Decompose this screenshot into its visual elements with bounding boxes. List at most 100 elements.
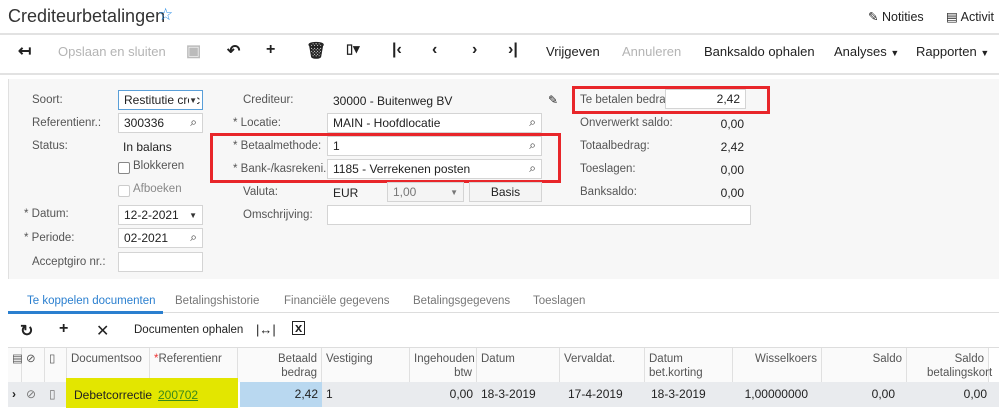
tab-charges[interactable]: Toeslagen bbox=[533, 295, 585, 307]
row-expand-icon[interactable]: › bbox=[8, 382, 22, 407]
hold-checkbox[interactable] bbox=[118, 162, 130, 174]
activities-label: Activit bbox=[960, 10, 994, 24]
load-documents-button[interactable]: Documenten ophalen bbox=[134, 324, 243, 336]
col-date[interactable]: Datum bbox=[477, 348, 560, 382]
save-icon[interactable]: ▣ bbox=[186, 41, 201, 61]
analyses-menu[interactable]: Analyses ▼ bbox=[834, 44, 899, 59]
location-input[interactable]: MAIN - Hoofdlocatie ⌕ bbox=[327, 113, 542, 133]
fit-columns-icon[interactable]: |↔| bbox=[256, 322, 276, 337]
cell-paid[interactable]: 2,42 bbox=[240, 382, 322, 407]
hold-label: Blokkeren bbox=[133, 160, 185, 172]
tab-documents[interactable]: Te koppelen documenten bbox=[27, 295, 156, 307]
giro-input[interactable] bbox=[118, 252, 203, 272]
unapplied-value: 0,00 bbox=[720, 117, 744, 131]
giro-label: Acceptgiro nr.: bbox=[32, 256, 106, 268]
col-balance[interactable]: Saldo bbox=[822, 348, 907, 382]
rate-select[interactable]: 1,00 ▼ bbox=[387, 182, 464, 202]
calendar-icon: ▤ bbox=[946, 10, 958, 24]
bank-balance-button[interactable]: Banksaldo ophalen bbox=[704, 44, 815, 59]
annotation-box bbox=[572, 86, 770, 114]
undo-icon[interactable]: ↶ bbox=[227, 41, 240, 61]
type-label: Soort: bbox=[32, 94, 63, 106]
search-icon[interactable]: ⌕ bbox=[190, 115, 197, 130]
col-paid[interactable]: Betaald bedrag bbox=[238, 348, 322, 382]
charges-label: Toeslagen: bbox=[580, 163, 636, 175]
writeoff-checkbox[interactable] bbox=[118, 185, 130, 197]
period-value: 02-2021 bbox=[124, 231, 169, 245]
col-rate[interactable]: Wisselkoers bbox=[733, 348, 822, 382]
unapplied-label: Onverwerkt saldo: bbox=[580, 117, 673, 129]
description-label: Omschrijving: bbox=[243, 209, 313, 221]
back-icon[interactable]: ↤ bbox=[18, 41, 31, 61]
tab-financial[interactable]: Financiële gegevens bbox=[284, 295, 390, 307]
next-icon[interactable]: › bbox=[472, 41, 477, 59]
cancel-button[interactable]: Annuleren bbox=[622, 44, 681, 59]
notes-button[interactable]: ✎ Notities bbox=[868, 9, 924, 24]
refresh-icon[interactable]: ↻ bbox=[20, 321, 33, 341]
add-row-icon[interactable]: + bbox=[59, 320, 68, 338]
cell-disc-date: 18-3-2019 bbox=[645, 382, 733, 407]
bank-balance-label: Banksaldo: bbox=[580, 186, 637, 198]
delete-row-icon[interactable]: ✕ bbox=[96, 321, 109, 341]
col-disc-balance[interactable]: Saldo betalingskort bbox=[907, 348, 992, 382]
tab-payment-details[interactable]: Betalingsgegevens bbox=[413, 295, 510, 307]
notes-icon: ✎ bbox=[868, 10, 879, 24]
col-branch[interactable]: Vestiging bbox=[322, 348, 410, 382]
attachment-icon[interactable]: ⊘ bbox=[22, 382, 45, 407]
bank-balance-value: 0,00 bbox=[720, 186, 744, 200]
status-label: Status: bbox=[32, 140, 68, 152]
delete-icon[interactable]: 🗑 bbox=[306, 41, 326, 61]
note-icon[interactable]: ▯ bbox=[45, 382, 67, 407]
vendor-value: 30000 - Buitenweg BV bbox=[333, 94, 453, 108]
cell-rate: 1,00000000 bbox=[733, 382, 822, 407]
writeoff-label: Afboeken bbox=[133, 183, 182, 195]
clipboard-icon[interactable]: ▯▾ bbox=[346, 41, 360, 57]
last-icon[interactable]: ›| bbox=[508, 41, 518, 59]
currency-value: EUR bbox=[333, 186, 359, 200]
location-label: * Locatie: bbox=[233, 117, 281, 129]
total-value: 2,42 bbox=[720, 140, 744, 154]
total-label: Totaalbedrag: bbox=[580, 140, 650, 152]
cell-doc-type: Debetcorrectie bbox=[74, 388, 153, 402]
search-icon[interactable]: ⌕ bbox=[190, 230, 197, 245]
caret-down-icon: ▼ bbox=[450, 188, 458, 197]
cell-date: 18-3-2019 bbox=[477, 382, 560, 407]
search-icon[interactable]: ⌕ bbox=[529, 115, 536, 130]
cell-ref-link[interactable]: 200702 bbox=[158, 388, 198, 402]
cell-balance: 0,00 bbox=[822, 382, 907, 407]
edit-pencil-icon[interactable]: ✎ bbox=[548, 93, 558, 107]
favorite-star-icon[interactable]: ☆ bbox=[158, 5, 173, 25]
activities-button[interactable]: ▤ Activit bbox=[946, 9, 994, 24]
date-input[interactable]: 12-2-2021 ▼ bbox=[118, 205, 203, 225]
type-select[interactable]: Restitutie crec ▼ bbox=[118, 90, 203, 110]
col-doc-type[interactable]: Documentsoo bbox=[67, 348, 150, 382]
cell-due: 17-4-2019 bbox=[560, 382, 645, 407]
status-value: In balans bbox=[123, 140, 172, 154]
col-withheld[interactable]: Ingehouden btw bbox=[410, 348, 477, 382]
save-close-button[interactable]: Opslaan en sluiten bbox=[58, 44, 166, 59]
add-icon[interactable]: + bbox=[266, 41, 275, 59]
first-icon[interactable]: |‹ bbox=[392, 41, 402, 59]
divider bbox=[0, 33, 999, 35]
caret-down-icon: ▼ bbox=[189, 96, 197, 105]
currency-label: Valuta: bbox=[243, 186, 278, 198]
tab-history[interactable]: Betalingshistorie bbox=[175, 295, 259, 307]
col-disc-date[interactable]: Datum bet.korting bbox=[645, 348, 733, 382]
annotation-box bbox=[210, 133, 561, 183]
period-input[interactable]: 02-2021 ⌕ bbox=[118, 228, 203, 248]
cell-disc-balance: 0,00 bbox=[907, 382, 999, 407]
ref-input[interactable]: 300336 ⌕ bbox=[118, 113, 203, 133]
prev-icon[interactable]: ‹ bbox=[432, 41, 437, 59]
col-due[interactable]: Vervaldat. bbox=[560, 348, 645, 382]
col-ref[interactable]: *Referentienr bbox=[150, 348, 238, 382]
base-button[interactable]: Basis bbox=[469, 182, 542, 202]
excel-export-icon[interactable]: x bbox=[292, 321, 306, 335]
release-button[interactable]: Vrijgeven bbox=[546, 44, 600, 59]
description-input[interactable] bbox=[327, 205, 751, 225]
note-icon: ▯ bbox=[45, 348, 67, 382]
ref-value: 300336 bbox=[124, 116, 165, 130]
page-title: Crediteurbetalingen bbox=[8, 6, 166, 26]
caret-down-icon[interactable]: ▼ bbox=[189, 211, 197, 220]
active-tab-indicator bbox=[8, 311, 163, 314]
reports-menu[interactable]: Rapporten ▼ bbox=[916, 44, 989, 59]
